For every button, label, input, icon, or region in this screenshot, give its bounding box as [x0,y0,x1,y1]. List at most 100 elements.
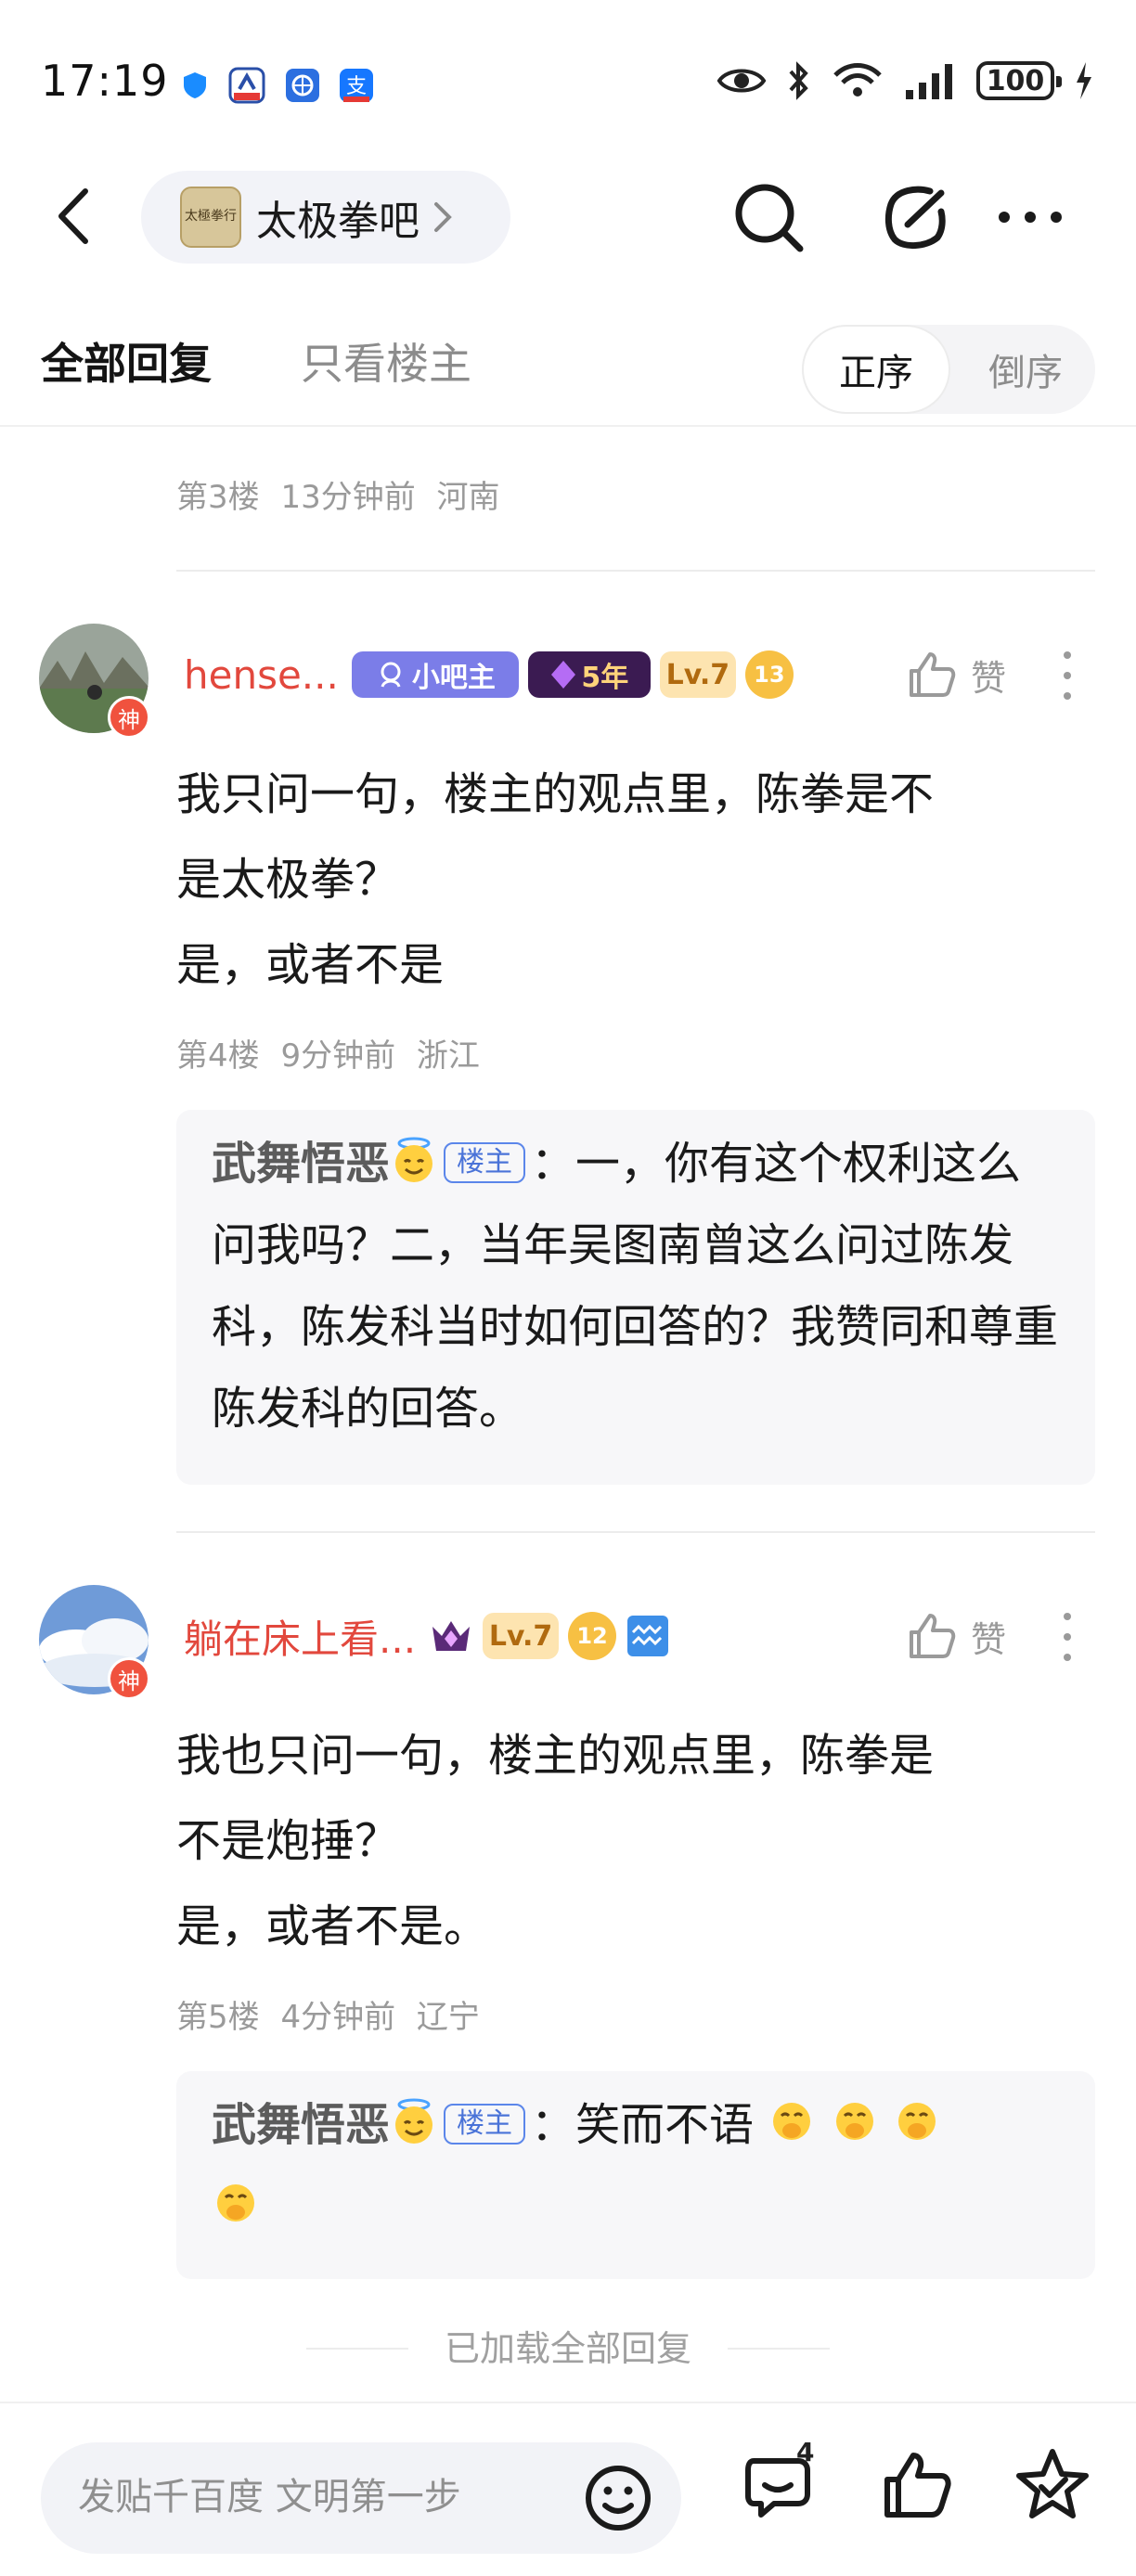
signal-icon [906,64,952,99]
tab-op-only[interactable]: 只看楼主 [301,330,471,392]
divider [176,1531,1095,1533]
member-number-badge: 13 [744,650,794,699]
thumbs-up-icon[interactable] [880,2446,958,2524]
like-label: 赞 [970,657,1006,699]
like-button[interactable]: 赞 [906,642,1006,707]
thumbs-up-icon [909,652,956,697]
forum-logo: 太極拳行 [180,187,241,248]
reply-username[interactable]: 武舞悟恶 [212,1138,390,1190]
user-row: 躺在床上看... Lv.7 12 [184,1604,670,1668]
like-label: 赞 [970,1618,1006,1660]
op-tag: 楼主 [444,1142,526,1183]
forum-name: 太极拳吧 [256,198,420,245]
post-line: 是，或者不是 [176,939,445,991]
user-row: hense... 小吧主 5年 Lv.7 13 [184,642,794,707]
svg-text:支: 支 [346,75,367,98]
post-time: 9分钟前 [280,1037,396,1075]
shield-icon [184,72,206,98]
floor-number: 第3楼 [176,479,260,516]
member-number-badge: 12 [568,1612,617,1660]
crown-badge-icon [432,1621,471,1651]
eye-icon [716,69,767,93]
aquarius-badge-icon [627,1616,669,1656]
avatar[interactable]: 神 [39,624,150,739]
reply-input[interactable] [78,2476,561,2518]
sort-toggle: 正序 倒序 [802,325,1095,414]
username[interactable]: hense... [184,652,339,698]
god-badge: 神 [108,696,150,739]
op-tag: 楼主 [444,2104,526,2145]
battery-indicator: 100 [976,61,1062,100]
more-options-icon[interactable] [1058,1609,1077,1665]
level-badge: Lv.7 [659,651,736,698]
giggle-emoji-icon [773,2103,811,2140]
more-options-icon[interactable] [991,178,1069,256]
post-line: 不是炮捶？ [176,1815,400,1867]
charging-icon [1077,62,1091,99]
more-options-icon[interactable] [1058,648,1077,703]
favorite-star-icon[interactable] [1013,2446,1091,2524]
search-icon[interactable] [729,178,807,256]
comment-count: 4 [796,2437,815,2467]
post-content: 我也只问一句，楼主的观点里，陈拳是 不是炮捶？ 是，或者不是。 [176,1713,1058,1969]
bluetooth-icon [789,61,808,100]
like-button[interactable]: 赞 [906,1604,1006,1668]
post-line: 我只问一句，楼主的观点里，陈拳是不 [176,768,935,820]
status-time: 17:19 [41,56,169,106]
floor-number: 第4楼 [176,1037,260,1075]
post-content: 我只问一句，楼主的观点里，陈拳是不 是太极拳？ 是，或者不是 [176,752,1058,1008]
edit-post-icon[interactable] [876,178,954,256]
divider [728,2348,830,2350]
post-time: 13分钟前 [280,479,416,516]
divider [176,570,1095,572]
reply-text: 笑而不语 [575,2099,755,2151]
forum-entry-button[interactable]: 太極拳行 太极拳吧 [141,171,510,264]
level-badge: Lv.7 [483,1613,560,1659]
admin-badge: 小吧主 [351,651,519,698]
gov-app-icon [286,69,319,102]
angel-emoji-icon [395,2098,433,2144]
admin-icon [381,662,401,688]
reply-colon: ： [531,1138,576,1190]
back-arrow-icon[interactable] [43,184,108,249]
chevron-right-icon [434,202,452,232]
years-badge: 5年 [527,651,651,698]
post-line: 我也只问一句，楼主的观点里，陈拳是 [176,1730,935,1782]
post-location: 浙江 [416,1037,480,1075]
sub-reply[interactable]: 武舞悟恶 楼主 ：一，你有这个权利这么问我吗？二，当年吴图南曾这么问过陈发科，陈发科… [176,1110,1095,1485]
reply-username[interactable]: 武舞悟恶 [212,2099,390,2151]
sub-reply[interactable]: 武舞悟恶 楼主 ：笑而不语 [176,2071,1095,2279]
compose-box[interactable] [41,2442,681,2554]
all-replies-loaded-label: 已加载全部回复 [444,2328,691,2369]
giggle-emoji-icon [835,2103,873,2140]
floor-number: 第5楼 [176,1999,260,2036]
angel-emoji-icon [395,1137,433,1182]
post-meta: 第3楼 13分钟前 河南 [176,471,500,517]
giggle-emoji-icon [217,2184,254,2222]
wifi-icon [833,63,882,97]
sort-descending-button[interactable]: 倒序 [956,325,1095,414]
sort-ascending-button[interactable]: 正序 [802,325,950,414]
thumbs-up-icon [909,1614,956,1658]
nav-bar: 太極拳行 太极拳吧 [0,158,1136,273]
status-bar: 17:19 支 100 [0,0,1136,158]
status-indicators: 100 [716,58,1093,104]
emoji-icon[interactable] [583,2463,653,2533]
god-badge: 神 [108,1657,150,1700]
post-meta: 第5楼 4分钟前 辽宁 [176,1991,480,2037]
post-line: 是，或者不是。 [176,1900,489,1952]
post-location: 辽宁 [416,1999,480,2036]
username[interactable]: 躺在床上看... [184,1608,416,1665]
post-time: 4分钟前 [280,1999,396,2036]
railway-app-icon [228,67,265,104]
filter-bar: 全部回复 只看楼主 正序 倒序 [0,306,1136,427]
reply-colon: ： [531,2099,576,2151]
post-meta: 第4楼 9分钟前 浙江 [176,1030,480,1075]
tab-all-replies[interactable]: 全部回复 [41,330,212,392]
post-location: 河南 [436,479,500,516]
alipay-icon: 支 [340,69,373,102]
diamond-icon [551,661,576,689]
avatar[interactable]: 神 [39,1585,150,1700]
giggle-emoji-icon [897,2103,936,2140]
bottom-bar: 4 [0,2402,1136,2576]
